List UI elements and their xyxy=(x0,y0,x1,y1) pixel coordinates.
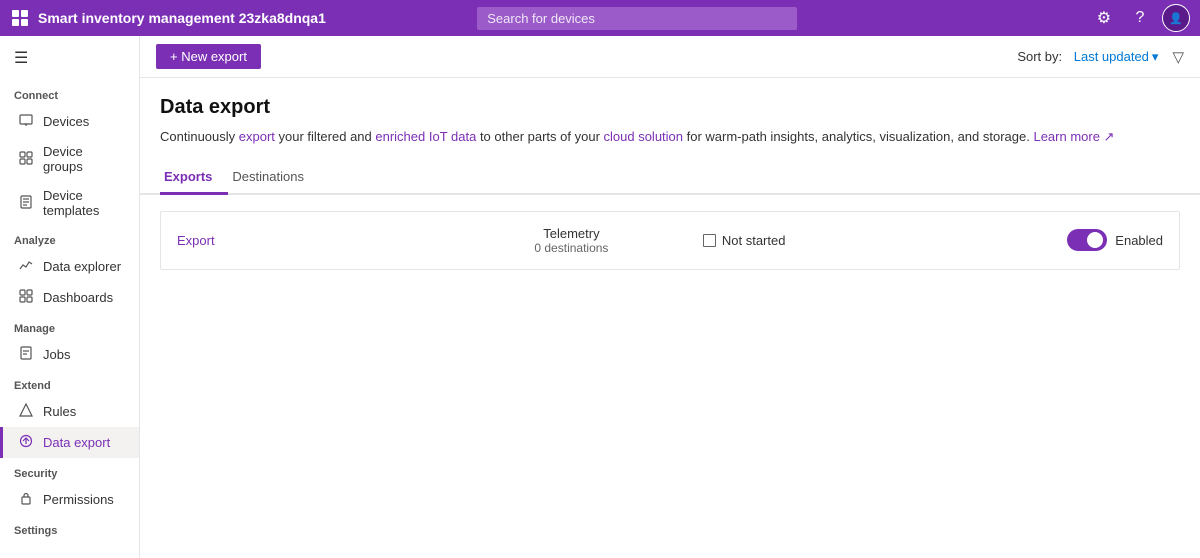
app-title: Smart inventory management 23zka8dnqa1 xyxy=(38,10,326,26)
data-explorer-icon xyxy=(17,258,35,275)
section-analyze-label: Analyze xyxy=(0,225,139,251)
sidebar-item-devices-label: Devices xyxy=(43,114,89,129)
telemetry-destinations: 0 destinations xyxy=(440,241,703,255)
hamburger-button[interactable]: ☰ xyxy=(0,36,139,80)
search-input[interactable] xyxy=(477,7,797,30)
sidebar-item-permissions-label: Permissions xyxy=(43,492,114,507)
settings-button[interactable]: ⚙ xyxy=(1090,4,1118,32)
export-telemetry: Telemetry 0 destinations xyxy=(440,226,703,255)
avatar-icon: 👤 xyxy=(1169,12,1183,25)
topnav-icons: ⚙ ? 👤 xyxy=(1090,4,1190,32)
sort-by-container: Sort by: Last updated ▾ ▽ xyxy=(1017,48,1184,66)
sidebar-item-data-explorer[interactable]: Data explorer xyxy=(0,251,139,282)
sort-chevron-icon: ▾ xyxy=(1152,49,1159,65)
status-checkbox xyxy=(703,234,716,247)
sidebar-item-device-groups[interactable]: Device groups xyxy=(0,137,139,181)
tab-destinations-label: Destinations xyxy=(232,169,304,184)
section-connect-label: Connect xyxy=(0,80,139,106)
sidebar-item-device-templates-label: Device templates xyxy=(43,188,125,218)
tab-exports[interactable]: Exports xyxy=(160,161,228,195)
section-manage-label: Manage xyxy=(0,313,139,339)
help-button[interactable]: ? xyxy=(1126,4,1154,32)
enabled-toggle[interactable] xyxy=(1067,229,1107,251)
filter-icon[interactable]: ▽ xyxy=(1172,48,1184,66)
telemetry-label: Telemetry xyxy=(440,226,703,241)
settings-icon: ⚙ xyxy=(1097,8,1111,28)
sidebar: ☰ Connect Devices Device groups Device t… xyxy=(0,36,140,558)
sidebar-item-dashboards-label: Dashboards xyxy=(43,290,113,305)
app-logo: Smart inventory management 23zka8dnqa1 xyxy=(10,8,326,28)
export-list: Export Telemetry 0 destinations Not star… xyxy=(140,195,1200,286)
section-settings-label: Settings xyxy=(0,515,139,541)
data-export-icon xyxy=(17,434,35,451)
new-export-button[interactable]: + New export xyxy=(156,44,261,69)
sidebar-item-data-explorer-label: Data explorer xyxy=(43,259,121,274)
rules-icon xyxy=(17,403,35,420)
export-toggle: Enabled xyxy=(966,229,1163,251)
device-groups-icon xyxy=(17,151,35,168)
toggle-slider xyxy=(1067,229,1107,251)
sidebar-item-data-export-label: Data export xyxy=(43,435,110,450)
learn-more-link[interactable]: Learn more ↗ xyxy=(1033,129,1114,144)
section-extend-label: Extend xyxy=(0,370,139,396)
new-export-label: + New export xyxy=(170,49,247,64)
sidebar-item-data-export[interactable]: Data export xyxy=(0,427,139,458)
export-status: Not started xyxy=(703,233,966,248)
sidebar-item-dashboards[interactable]: Dashboards xyxy=(0,282,139,313)
table-row: Export Telemetry 0 destinations Not star… xyxy=(160,211,1180,270)
dashboards-icon xyxy=(17,289,35,306)
permissions-icon xyxy=(17,491,35,508)
sidebar-item-permissions[interactable]: Permissions xyxy=(0,484,139,515)
avatar[interactable]: 👤 xyxy=(1162,4,1190,32)
export-name-link[interactable]: Export xyxy=(177,233,440,248)
device-templates-icon xyxy=(17,195,35,212)
tabs: Exports Destinations xyxy=(140,161,1200,195)
search-container xyxy=(477,7,797,30)
enriched-link[interactable]: enriched IoT data xyxy=(375,129,476,144)
app-layout: ☰ Connect Devices Device groups Device t… xyxy=(0,36,1200,558)
sidebar-item-device-templates[interactable]: Device templates xyxy=(0,181,139,225)
enabled-label: Enabled xyxy=(1115,233,1163,248)
status-label: Not started xyxy=(722,233,786,248)
page-header: Data export Continuously export your fil… xyxy=(140,78,1200,161)
jobs-icon xyxy=(17,346,35,363)
sidebar-item-rules-label: Rules xyxy=(43,404,76,419)
page-description: Continuously export your filtered and en… xyxy=(160,127,1180,147)
devices-icon xyxy=(17,113,35,130)
tab-destinations[interactable]: Destinations xyxy=(228,161,320,195)
sidebar-item-jobs[interactable]: Jobs xyxy=(0,339,139,370)
main-content: + New export Sort by: Last updated ▾ ▽ D… xyxy=(140,36,1200,558)
sort-by-label: Sort by: xyxy=(1017,49,1062,64)
help-icon: ? xyxy=(1136,9,1145,27)
export-link[interactable]: export xyxy=(239,129,275,144)
sort-value-label: Last updated xyxy=(1074,49,1149,64)
tab-exports-label: Exports xyxy=(164,169,212,184)
cloud-link[interactable]: cloud solution xyxy=(604,129,684,144)
sidebar-item-devices[interactable]: Devices xyxy=(0,106,139,137)
topnav: Smart inventory management 23zka8dnqa1 ⚙… xyxy=(0,0,1200,36)
section-security-label: Security xyxy=(0,458,139,484)
toolbar: + New export Sort by: Last updated ▾ ▽ xyxy=(140,36,1200,78)
sidebar-item-device-groups-label: Device groups xyxy=(43,144,125,174)
sort-value[interactable]: Last updated ▾ xyxy=(1074,49,1159,65)
page-title: Data export xyxy=(160,96,1180,119)
sidebar-item-rules[interactable]: Rules xyxy=(0,396,139,427)
sidebar-item-jobs-label: Jobs xyxy=(43,347,70,362)
logo-icon xyxy=(10,8,30,28)
